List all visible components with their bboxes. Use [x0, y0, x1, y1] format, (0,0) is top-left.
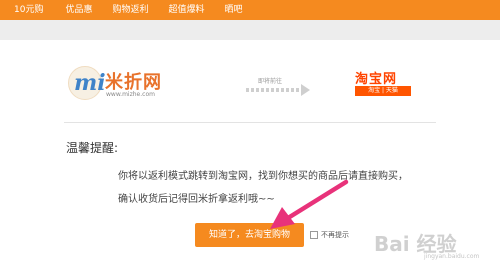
- nav-item-fanli[interactable]: 购物返利: [102, 0, 158, 20]
- mizhe-logo-mark: mi: [74, 70, 106, 96]
- mizhe-logo: mi 米折网 www.mizhe.com: [68, 66, 188, 102]
- taobao-name: 淘宝网: [355, 72, 398, 87]
- nav-item-youpinhui[interactable]: 优品惠: [55, 0, 102, 20]
- mizhe-url: www.mizhe.com: [106, 91, 155, 98]
- watermark: Bai 经验 jingyan.baidu.com: [374, 228, 494, 260]
- no-remind-label: 不再提示: [321, 231, 349, 239]
- divider: [64, 122, 436, 123]
- taobao-sub: 淘宝 | 天猫: [355, 86, 411, 96]
- nav-item-shaiba[interactable]: 晒吧: [215, 0, 253, 20]
- go-taobao-button[interactable]: 知道了，去淘宝购物: [195, 223, 304, 247]
- nav-item-baoliao[interactable]: 超值爆料: [158, 0, 214, 20]
- redirect-arrow-icon: [246, 84, 310, 96]
- no-remind-option[interactable]: 不再提示: [310, 230, 349, 240]
- message-title: 温馨提醒:: [66, 141, 119, 155]
- nav-item-10yuan[interactable]: 10元购: [0, 0, 55, 20]
- taobao-logo: 淘宝网 淘宝 | 天猫: [353, 68, 413, 100]
- message-line-1: 你将以返利模式跳转到淘宝网，找到你想买的商品后请直接购买，: [118, 171, 408, 182]
- no-remind-checkbox[interactable]: [310, 231, 318, 239]
- top-nav: 10元购 优品惠 购物返利 超值爆料 晒吧: [0, 0, 500, 20]
- sub-bar: [0, 20, 500, 40]
- watermark-sub: jingyan.baidu.com: [424, 253, 480, 260]
- message-line-2: 确认收货后记得回米折拿返利哦~~: [118, 194, 275, 205]
